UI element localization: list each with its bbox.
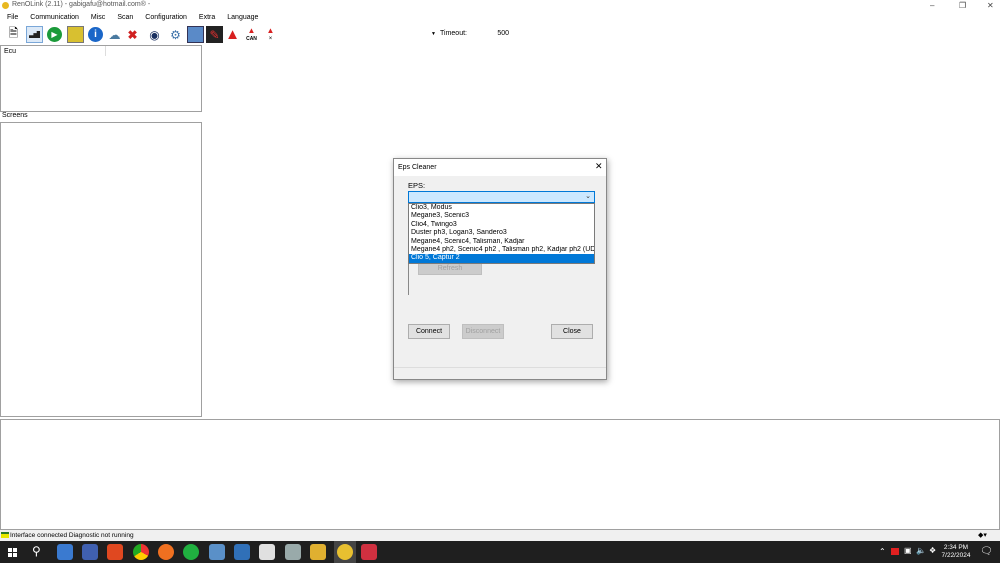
binoculars-icon[interactable]: ◉ — [146, 26, 163, 43]
calculator-icon[interactable] — [234, 544, 250, 560]
menu-bar: File Communication Misc Scan Configurati… — [0, 12, 1000, 24]
refresh-button[interactable]: Refresh — [418, 262, 482, 275]
eps-label: EPS: — [408, 181, 426, 190]
menu-extra[interactable]: Extra — [192, 12, 220, 24]
whatsapp-icon[interactable] — [183, 544, 199, 560]
timeout-dropdown-arrow-icon[interactable]: ▼ — [431, 31, 436, 37]
status-text: Interface connected Diagnostic not runni… — [10, 532, 134, 539]
eps-option[interactable]: Clio3, Modus — [409, 204, 594, 212]
solitaire-icon[interactable] — [259, 544, 275, 560]
eps-option[interactable]: Megane4, Scenic4, Talisman, Kadjar — [409, 238, 594, 246]
clear-warning-icon[interactable]: ▲ × — [262, 26, 279, 43]
search-icon[interactable]: ⚲ — [32, 544, 41, 558]
menu-scan[interactable]: Scan — [110, 12, 138, 24]
close-button[interactable]: Close — [551, 324, 593, 339]
eps-option-highlighted[interactable]: Clio 5, Captur 2 — [409, 254, 594, 263]
menu-file[interactable]: File — [0, 12, 23, 24]
config-icon[interactable]: ⚙ — [167, 26, 184, 43]
eps-combobox[interactable]: ⌄ — [408, 191, 595, 203]
menu-misc[interactable]: Misc — [84, 12, 110, 24]
dialog-status-divider — [394, 367, 606, 368]
eps-dropdown-list: Clio3, Modus Megane3, Scenic3 Clio4, Twi… — [408, 203, 595, 264]
notification-icon[interactable]: 🗨 — [980, 546, 993, 557]
new-icon[interactable]: 🗎 — [5, 26, 22, 43]
firefox-icon[interactable] — [158, 544, 174, 560]
screens-label: Screens — [2, 112, 28, 119]
eps-option[interactable]: Clio4, Twingo3 — [409, 221, 594, 229]
eps-cleaner-dialog: Eps Cleaner ✕ EPS: ⌄ Refresh Clio3, Modu… — [393, 158, 607, 380]
taskbar: ⚲ ⌃ ▣ 🔈 ❖ 2:34 PM 7/22/2024 🗨 — [0, 541, 1000, 563]
status-indicator — [1, 532, 9, 538]
stairs-icon[interactable] — [26, 26, 43, 43]
camera-app-icon[interactable] — [361, 544, 377, 560]
close-window-button[interactable]: ✕ — [987, 1, 994, 10]
groupbox-border — [408, 263, 409, 295]
screen-icon[interactable] — [187, 26, 204, 43]
brave-icon[interactable] — [107, 544, 123, 560]
network-icon[interactable]: ▣ — [904, 546, 912, 555]
eps-option[interactable]: Megane3, Scenic3 — [409, 212, 594, 220]
eps-option[interactable]: Megane4 ph2, Scenic4 ph2 , Talisman ph2,… — [409, 246, 594, 254]
app-logo-icon — [2, 2, 9, 9]
minimize-button[interactable]: – — [930, 1, 934, 10]
title-bar: RenOLink (2.11) - gabigafu@hotmail.com® … — [0, 0, 1000, 12]
eps-option[interactable]: Duster ph3, Logan3, Sandero3 — [409, 229, 594, 237]
active-app-taskbar-button[interactable] — [334, 541, 356, 563]
dialog-close-icon[interactable]: ✕ — [595, 161, 603, 172]
disconnect-button[interactable]: Disconnect — [462, 324, 504, 339]
windows-start-icon[interactable] — [8, 548, 17, 557]
chrome-icon[interactable] — [133, 544, 149, 560]
info-icon[interactable]: i — [87, 26, 104, 43]
taskbar-app-icon[interactable] — [57, 544, 73, 560]
restore-button[interactable]: ❐ — [959, 1, 966, 10]
menu-configuration[interactable]: Configuration — [138, 12, 192, 24]
warning-icon[interactable]: ▲ — [224, 26, 241, 43]
renolink-taskbar-icon[interactable] — [285, 544, 301, 560]
timeout-label: Timeout: — [440, 30, 467, 37]
chevron-up-icon[interactable]: ⌃ — [879, 547, 886, 556]
dropbox-icon[interactable]: ❖ — [929, 546, 936, 555]
dialog-title: Eps Cleaner — [398, 164, 437, 171]
log-panel[interactable] — [0, 419, 1000, 530]
close-x-icon[interactable]: ✖ — [124, 26, 141, 43]
play-icon[interactable]: ▶ — [46, 26, 63, 43]
screens-panel[interactable] — [0, 122, 202, 417]
connect-button[interactable]: Connect — [408, 324, 450, 339]
volume-icon[interactable]: 🔈 — [916, 546, 926, 555]
column-divider — [105, 46, 106, 56]
chevron-down-icon[interactable]: ⌄ — [585, 192, 591, 200]
ecu-panel[interactable]: Ecu — [0, 45, 202, 112]
notes-app-icon[interactable] — [209, 544, 225, 560]
tray-app-icon[interactable] — [891, 548, 899, 555]
ecu-icon[interactable] — [67, 26, 84, 43]
save-app-icon[interactable] — [82, 544, 98, 560]
clock[interactable]: 2:34 PM 7/22/2024 — [940, 544, 972, 560]
window-title: RenOLink (2.11) - gabigafu@hotmail.com® … — [12, 1, 151, 8]
dialog-title-bar: Eps Cleaner ✕ — [394, 159, 606, 176]
menu-language[interactable]: Language — [220, 12, 263, 24]
timeout-input[interactable]: 500 — [468, 28, 512, 40]
status-bar: Interface connected Diagnostic not runni… — [0, 530, 1000, 541]
toolbar: 🗎 ▶ i ☁ ✖ ◉ ⚙ ✎ ▲ ▲ CAN ▲ × ▼ Timeout: 500 — [0, 25, 1000, 45]
menu-communication[interactable]: Communication — [23, 12, 84, 24]
clock-date: 7/22/2024 — [941, 552, 971, 559]
flash-icon[interactable]: ✎ — [206, 26, 223, 43]
ecu-label: Ecu — [4, 48, 17, 55]
network-dropdown-icon[interactable]: ◆▾ — [978, 531, 987, 539]
clock-time: 2:34 PM — [943, 544, 969, 551]
file-explorer-icon[interactable] — [310, 544, 326, 560]
scan-icon[interactable]: ☁ — [106, 26, 123, 43]
can-warning-icon[interactable]: ▲ CAN — [243, 26, 260, 43]
